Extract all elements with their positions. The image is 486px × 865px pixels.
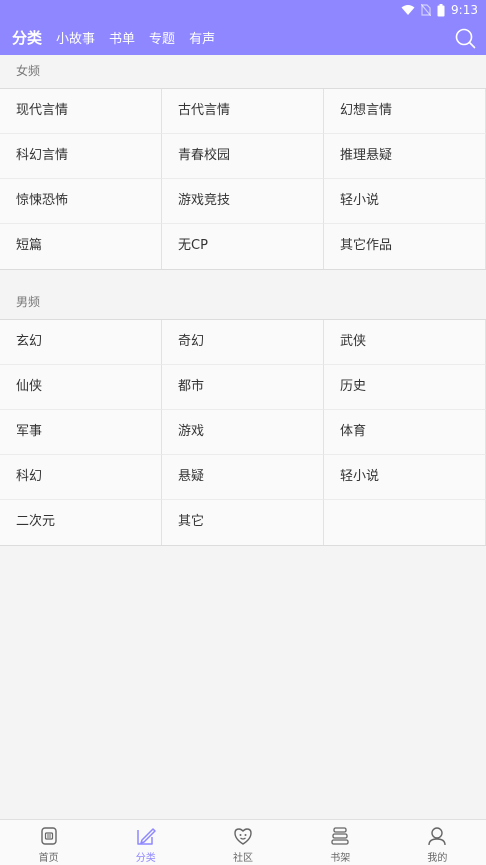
category-item[interactable]: 其它作品 [324, 224, 486, 269]
category-item[interactable]: 体育 [324, 410, 486, 455]
home-icon [40, 827, 57, 845]
wifi-icon [401, 5, 415, 15]
status-bar: 9:13 [0, 0, 486, 20]
category-item[interactable]: 无CP [162, 224, 324, 269]
category-item[interactable]: 悬疑 [162, 455, 324, 500]
category-item[interactable]: 玄幻 [0, 320, 162, 365]
nav-category[interactable]: 分类 [97, 820, 194, 865]
bookshelf-icon [331, 827, 349, 845]
search-icon[interactable] [454, 27, 476, 49]
category-content: 女频 现代言情 古代言情 幻想言情 科幻言情 青春校园 推理悬疑 惊悚恐怖 游戏… [0, 55, 486, 546]
category-item[interactable]: 历史 [324, 365, 486, 410]
category-item[interactable]: 惊悚恐怖 [0, 179, 162, 224]
nav-community[interactable]: 社区 [194, 820, 291, 865]
no-sim-icon [421, 4, 432, 16]
category-item[interactable]: 二次元 [0, 500, 162, 545]
nav-community-label: 社区 [233, 853, 253, 864]
tab-booklists[interactable]: 书单 [109, 28, 135, 47]
section-title-female: 女频 [0, 55, 486, 88]
category-item[interactable]: 青春校园 [162, 134, 324, 179]
top-nav: 分类 小故事 书单 专题 有声 [0, 20, 486, 55]
tab-audio[interactable]: 有声 [189, 28, 215, 47]
tab-short-stories[interactable]: 小故事 [56, 28, 95, 47]
category-item[interactable]: 军事 [0, 410, 162, 455]
category-item[interactable]: 游戏竞技 [162, 179, 324, 224]
nav-profile[interactable]: 我的 [389, 820, 486, 865]
category-item[interactable]: 轻小说 [324, 455, 486, 500]
category-item[interactable]: 短篇 [0, 224, 162, 269]
category-item[interactable]: 古代言情 [162, 89, 324, 134]
female-category-grid: 现代言情 古代言情 幻想言情 科幻言情 青春校园 推理悬疑 惊悚恐怖 游戏竞技 … [0, 88, 486, 270]
nav-bookshelf[interactable]: 书架 [292, 820, 389, 865]
category-item[interactable]: 奇幻 [162, 320, 324, 365]
category-item[interactable]: 科幻 [0, 455, 162, 500]
category-item[interactable]: 现代言情 [0, 89, 162, 134]
category-icon [137, 828, 156, 845]
battery-icon [437, 3, 445, 16]
category-item[interactable]: 幻想言情 [324, 89, 486, 134]
category-item[interactable]: 轻小说 [324, 179, 486, 224]
nav-category-label: 分类 [135, 853, 156, 864]
empty-cell [324, 500, 486, 545]
category-item[interactable]: 武侠 [324, 320, 486, 365]
nav-profile-label: 我的 [427, 853, 448, 864]
nav-home-label: 首页 [38, 853, 59, 864]
status-time: 9:13 [451, 3, 478, 17]
category-item[interactable]: 其它 [162, 500, 324, 545]
nav-bookshelf-label: 书架 [330, 853, 351, 864]
bottom-nav: 首页 分类 社区 书架 我的 [0, 819, 486, 865]
male-category-grid: 玄幻 奇幻 武侠 仙侠 都市 历史 军事 游戏 体育 科幻 悬疑 轻小说 二次元… [0, 319, 486, 546]
category-item[interactable]: 推理悬疑 [324, 134, 486, 179]
profile-icon [428, 827, 447, 846]
category-item[interactable]: 仙侠 [0, 365, 162, 410]
community-icon [234, 828, 252, 845]
tab-topics[interactable]: 专题 [149, 28, 175, 47]
category-item[interactable]: 游戏 [162, 410, 324, 455]
category-item[interactable]: 都市 [162, 365, 324, 410]
section-title-male: 男频 [0, 286, 486, 319]
nav-home[interactable]: 首页 [0, 820, 97, 865]
tab-category[interactable]: 分类 [12, 27, 42, 48]
category-item[interactable]: 科幻言情 [0, 134, 162, 179]
